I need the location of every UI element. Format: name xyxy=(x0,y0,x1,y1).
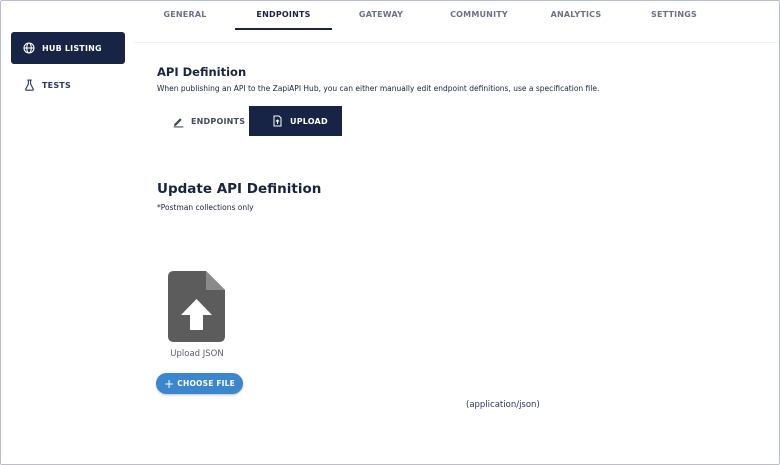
tab-general[interactable]: GENERAL xyxy=(154,0,216,30)
plus-icon: + xyxy=(164,376,175,391)
sidebar-item-label: TESTS xyxy=(42,80,71,90)
tab-gateway[interactable]: GATEWAY xyxy=(352,0,410,30)
sidebar-item-tests[interactable]: TESTS xyxy=(11,69,125,101)
update-api-definition-title: Update API Definition xyxy=(157,181,322,197)
postman-note: *Postman collections only xyxy=(157,203,254,212)
globe-icon xyxy=(22,41,36,55)
choose-file-label: CHOOSE FILE xyxy=(177,379,235,388)
api-definition-title: API Definition xyxy=(157,65,247,79)
sidebar-item-label: HUB LISTING xyxy=(42,43,102,53)
upload-json-label: Upload JSON xyxy=(170,349,224,359)
top-tab-bar: GENERAL ENDPOINTS GATEWAY COMMUNITY ANAL… xyxy=(134,0,778,43)
tab-endpoints[interactable]: ENDPOINTS xyxy=(235,0,332,30)
sidebar-item-hub-listing[interactable]: HUB LISTING xyxy=(11,32,125,64)
upload-toggle-button[interactable]: UPLOAD xyxy=(249,106,342,136)
file-upload-icon[interactable] xyxy=(168,271,225,342)
flask-icon xyxy=(22,78,36,92)
pencil-icon xyxy=(171,114,185,128)
tab-community[interactable]: COMMUNITY xyxy=(444,0,514,30)
mime-type-label: (application/json) xyxy=(466,400,540,410)
tab-analytics[interactable]: ANALYTICS xyxy=(544,0,608,30)
endpoints-toggle-label: ENDPOINTS xyxy=(191,116,246,126)
api-definition-description: When publishing an API to the ZapiAPI Hu… xyxy=(157,84,600,93)
upload-toggle-label: UPLOAD xyxy=(290,116,328,126)
choose-file-button[interactable]: + CHOOSE FILE xyxy=(156,373,243,394)
tab-settings[interactable]: SETTINGS xyxy=(644,0,704,30)
endpoints-toggle-button[interactable]: ENDPOINTS xyxy=(157,106,249,136)
file-upload-icon xyxy=(270,114,284,128)
